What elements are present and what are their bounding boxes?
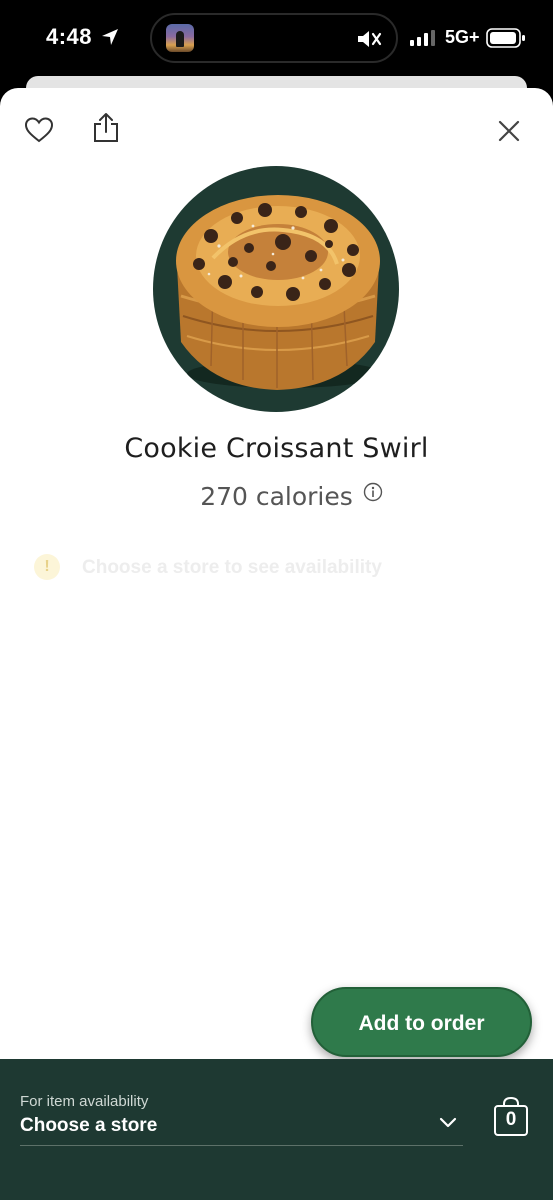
exclamation-icon: ! [34, 554, 60, 580]
store-hint: For item availability [20, 1093, 149, 1110]
product-name: Cookie Croissant Swirl [124, 433, 429, 464]
signal-icon [410, 30, 435, 46]
availability-message: Choose a store to see availability [82, 557, 382, 578]
chevron-down-icon [439, 1117, 457, 1128]
store-value: Choose a store [20, 1115, 158, 1136]
heart-icon[interactable] [24, 116, 54, 144]
status-time: 4:48 [46, 24, 93, 49]
location-arrow-icon [102, 29, 118, 45]
cart-button[interactable]: 0 [493, 1096, 529, 1137]
network-type: 5G+ [445, 27, 480, 47]
product-sheet: Cookie Croissant Swirl 270 calories ! Ch… [0, 88, 553, 1200]
product-photo [153, 166, 399, 412]
status-bar: 4:48 5G+ [0, 0, 553, 78]
product-calories: 270 calories [200, 482, 353, 511]
store-selector[interactable]: For item availability Choose a store [20, 1089, 463, 1146]
now-playing-artwork [166, 24, 194, 52]
info-icon[interactable] [363, 482, 383, 502]
bell-muted-icon [358, 31, 382, 47]
dynamic-island[interactable] [150, 13, 398, 63]
cart-count: 0 [505, 1109, 517, 1130]
battery-icon [486, 28, 525, 48]
close-icon[interactable] [496, 118, 522, 144]
add-to-order-button[interactable]: Add to order [311, 987, 532, 1057]
store-bar: For item availability Choose a store 0 [0, 1059, 553, 1200]
share-icon[interactable] [92, 112, 120, 144]
